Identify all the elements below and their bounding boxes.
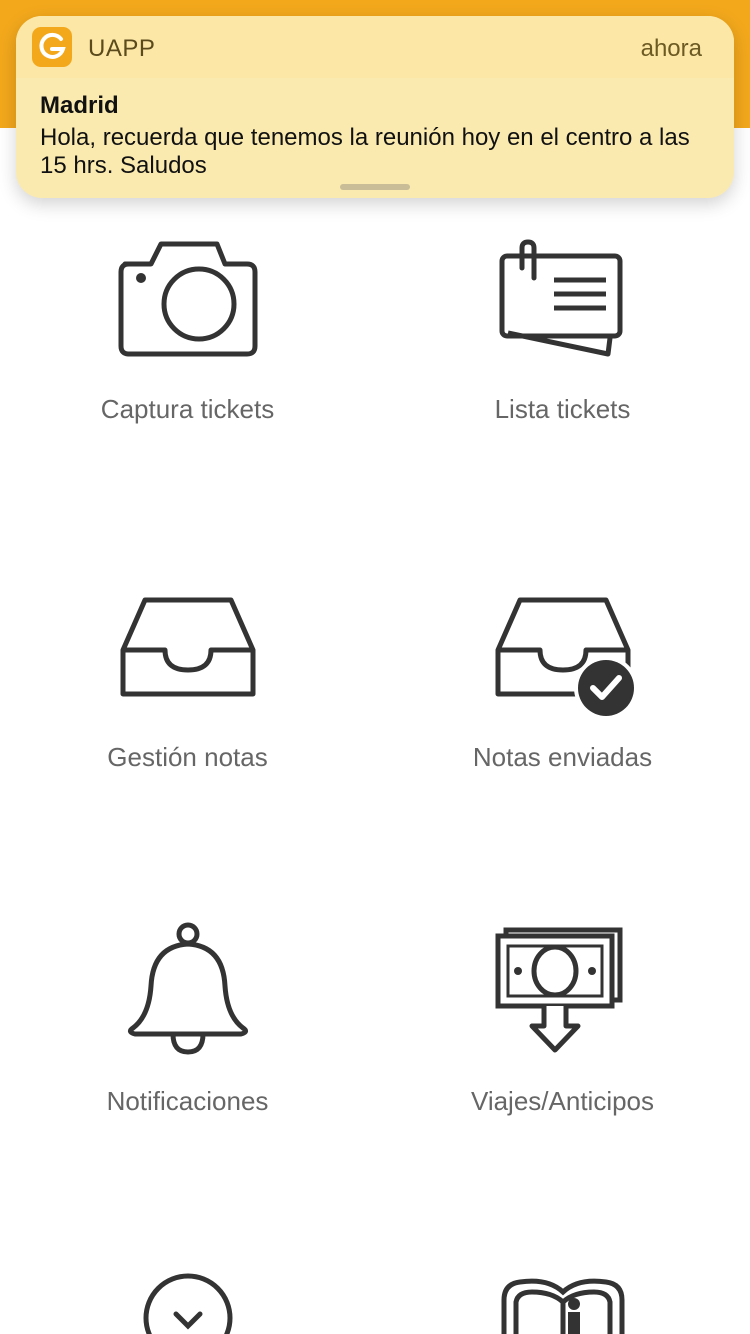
circle-check-icon [143,1273,232,1334]
notification-time: ahora [640,35,702,62]
menu-item-lista-tickets[interactable]: Lista tickets [375,238,750,425]
menu-item-label: Captura tickets [100,394,275,424]
notification-message: Hola, recuerda que tenemos la reunión ho… [40,124,690,179]
notification-title: Madrid [40,92,119,119]
menu-item-label: Viajes/Anticipos [470,1086,655,1116]
notification-banner[interactable]: UAPP ahora Madrid Hola, recuerda que ten… [16,16,734,198]
bell-icon [127,922,248,1055]
menu-item-captura-tickets[interactable]: Captura tickets [0,238,375,425]
ticket-list-icon [499,239,622,357]
menu-item-partial-left[interactable] [0,1270,375,1334]
uapp-logo-icon [32,27,72,67]
inbox-tray-icon [120,597,255,697]
menu-item-partial-right[interactable] [375,1276,750,1334]
book-info-icon [501,1278,624,1334]
menu-item-viajes-anticipos[interactable]: Viajes/Anticipos [375,920,750,1117]
menu-item-label: Lista tickets [494,394,631,424]
money-download-icon [495,927,622,1053]
menu-item-notificaciones[interactable]: Notificaciones [0,920,375,1117]
camera-icon [118,241,257,357]
menu-item-notas-enviadas[interactable]: Notas enviadas [375,594,750,773]
menu-item-label: Notas enviadas [472,742,653,772]
notification-app-name: UAPP [88,35,156,62]
menu-item-label: Gestión notas [107,742,268,772]
menu-item-label: Notificaciones [106,1086,269,1116]
notification-header: UAPP ahora [16,16,734,78]
notification-drag-handle[interactable] [340,184,410,190]
menu-item-gestion-notas[interactable]: Gestión notas [0,594,375,773]
inbox-check-icon [495,597,638,720]
